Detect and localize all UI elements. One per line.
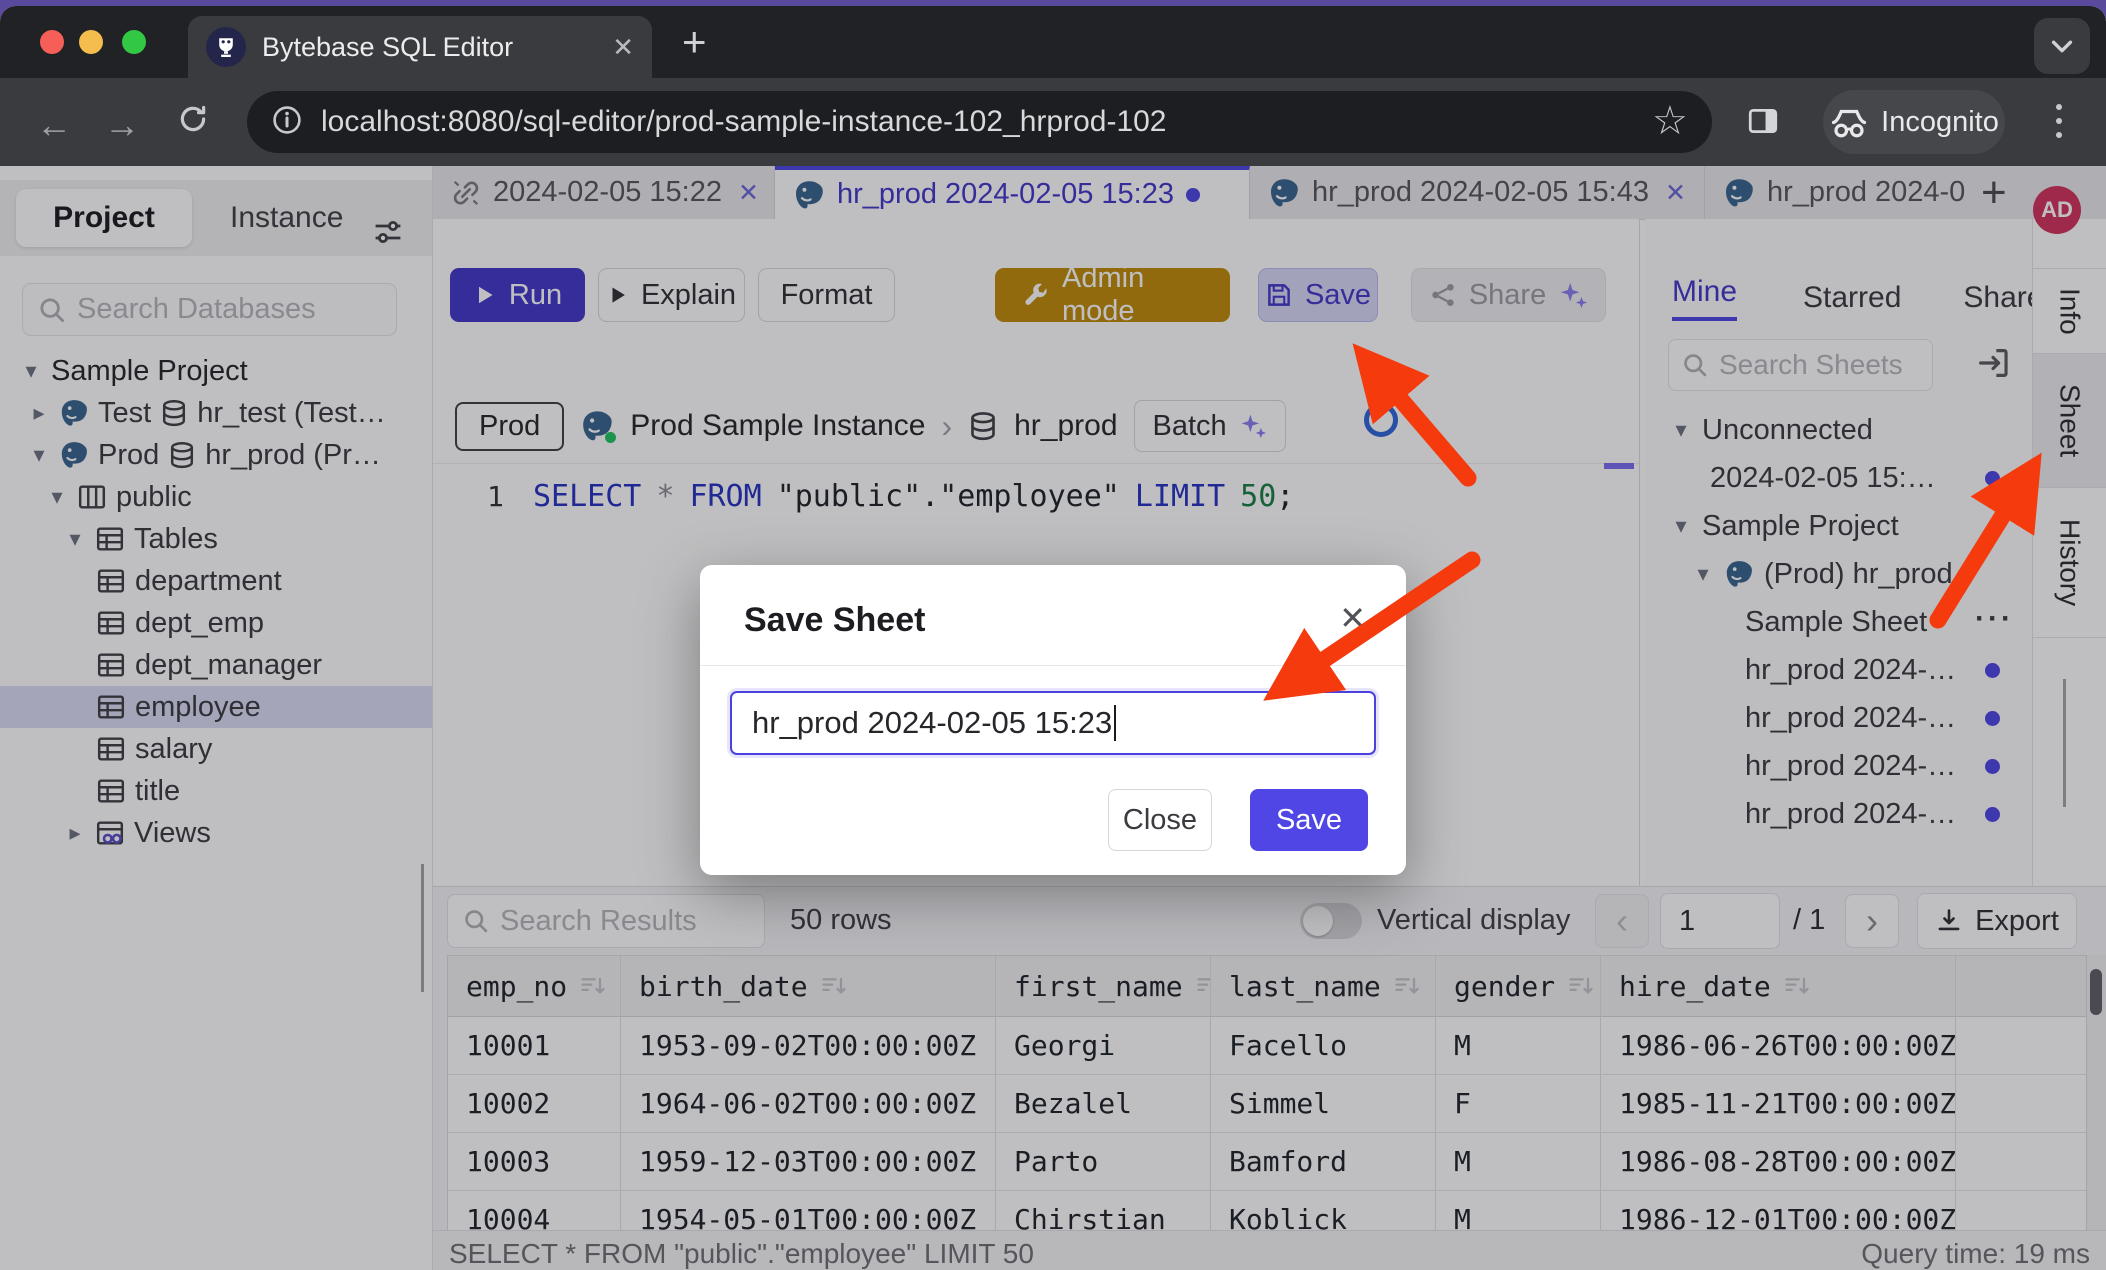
dialog-close-icon[interactable]: ✕ <box>1339 599 1366 637</box>
window-minimize-button[interactable] <box>79 30 103 54</box>
sheet-name-value: hr_prod 2024-02-05 15:23 <box>752 705 1112 741</box>
reload-icon[interactable] <box>176 102 210 145</box>
side-panel-icon[interactable] <box>1746 104 1780 147</box>
incognito-label: Incognito <box>1881 106 1999 139</box>
bytebase-favicon <box>206 27 246 67</box>
browser-tab[interactable]: Bytebase SQL Editor ✕ <box>188 16 652 78</box>
browser-tab-close-icon[interactable]: ✕ <box>612 32 634 63</box>
dialog-title: Save Sheet <box>744 601 925 640</box>
browser-tabstrip: Bytebase SQL Editor ✕ + <box>0 6 2106 78</box>
text-cursor <box>1114 705 1116 741</box>
url-text: localhost:8080/sql-editor/prod-sample-in… <box>321 105 1167 139</box>
dialog-save-button[interactable]: Save <box>1250 789 1368 851</box>
browser-navbar: ← → localhost:8080/sql-editor/prod-sampl… <box>0 78 2106 166</box>
site-info-icon[interactable] <box>271 104 303 141</box>
save-sheet-dialog: Save Sheet ✕ hr_prod 2024-02-05 15:23 Cl… <box>700 565 1406 875</box>
dialog-close-button[interactable]: Close <box>1108 789 1212 851</box>
bookmark-star-icon[interactable]: ☆ <box>1652 98 1688 144</box>
browser-tab-title: Bytebase SQL Editor <box>262 32 602 63</box>
screen: Bytebase SQL Editor ✕ + ← → localhost:80… <box>0 0 2106 1270</box>
incognito-badge: Incognito <box>1823 90 2005 154</box>
window-close-button[interactable] <box>40 30 64 54</box>
back-icon[interactable]: ← <box>36 104 72 146</box>
url-bar[interactable]: localhost:8080/sql-editor/prod-sample-in… <box>247 91 1712 153</box>
dialog-divider <box>700 665 1406 666</box>
forward-icon[interactable]: → <box>104 104 140 146</box>
new-browser-tab-button[interactable]: + <box>682 18 707 66</box>
sheet-name-input[interactable]: hr_prod 2024-02-05 15:23 <box>730 691 1376 755</box>
browser-menu-icon[interactable] <box>2056 104 2062 146</box>
tab-search-chevron-button[interactable] <box>2034 18 2090 74</box>
window-zoom-button[interactable] <box>122 30 146 54</box>
